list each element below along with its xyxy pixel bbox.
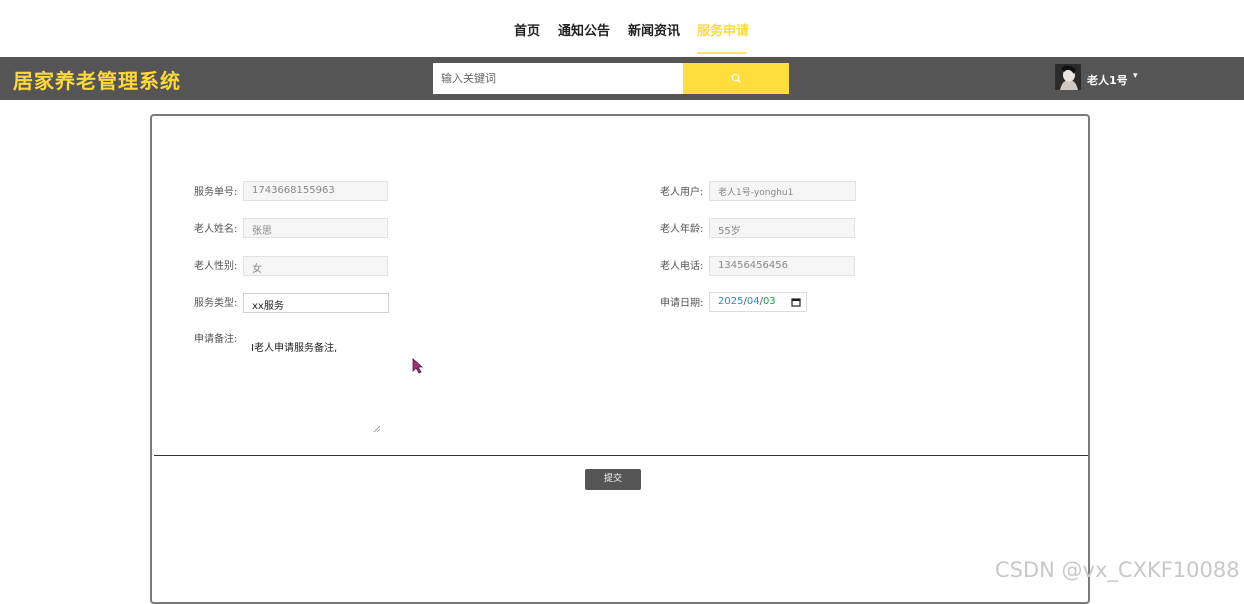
nav-service-apply[interactable]: 服务申请 <box>697 20 749 39</box>
label-apply-date: 申请日期: <box>660 298 704 309</box>
label-service-no: 服务单号: <box>194 187 238 198</box>
elder-name-field[interactable]: 张思 <box>243 218 388 238</box>
label-elder-name: 老人姓名: <box>194 224 238 235</box>
watermark: CSDN @vx_CXKF10088 <box>995 558 1240 582</box>
service-type-field[interactable]: xx服务 <box>243 293 389 313</box>
label-remark: 申请备注: <box>194 334 238 345</box>
elder-gender-field[interactable]: 女 <box>243 256 388 276</box>
remark-textarea[interactable]: I老人申请服务备注, <box>243 335 383 435</box>
service-no-field[interactable]: 1743668155963 <box>243 181 388 201</box>
elder-age-field[interactable]: 55岁 <box>709 218 855 238</box>
header-bar: 居家养老管理系统 老人1号 ▾ <box>0 57 1244 100</box>
apply-date-field[interactable]: 2025/04/03 <box>709 292 807 312</box>
user-name[interactable]: 老人1号 <box>1087 72 1128 88</box>
nav-active-underline <box>697 52 747 54</box>
label-elder-phone: 老人电话: <box>660 261 704 272</box>
search-button[interactable] <box>683 63 789 94</box>
site-title: 居家养老管理系统 <box>13 69 181 93</box>
label-elder-age: 老人年龄: <box>660 224 704 235</box>
search-icon <box>731 73 741 84</box>
date-year[interactable]: 2025 <box>718 296 743 307</box>
label-elder-gender: 老人性别: <box>194 261 238 272</box>
date-month[interactable]: 04 <box>747 296 760 307</box>
avatar[interactable] <box>1055 64 1081 90</box>
submit-button[interactable]: 提交 <box>585 469 641 490</box>
resize-handle-icon[interactable] <box>373 425 381 433</box>
nav-news[interactable]: 新闻资讯 <box>628 20 680 39</box>
date-day[interactable]: 03 <box>763 296 776 307</box>
calendar-icon[interactable] <box>791 297 801 307</box>
search-input[interactable] <box>433 63 683 94</box>
elder-user-field[interactable]: 老人1号-yonghu1 <box>709 181 856 201</box>
nav-home[interactable]: 首页 <box>514 20 540 39</box>
mouse-cursor-icon <box>412 358 424 374</box>
nav-notices[interactable]: 通知公告 <box>558 20 610 39</box>
form-divider <box>154 455 1088 456</box>
chevron-down-icon[interactable]: ▾ <box>1133 71 1138 81</box>
top-nav: 首页 通知公告 新闻资讯 服务申请 <box>0 0 1244 57</box>
label-elder-user: 老人用户: <box>660 187 704 198</box>
elder-phone-field[interactable]: 13456456456 <box>709 256 855 276</box>
label-service-type: 服务类型: <box>194 298 238 309</box>
